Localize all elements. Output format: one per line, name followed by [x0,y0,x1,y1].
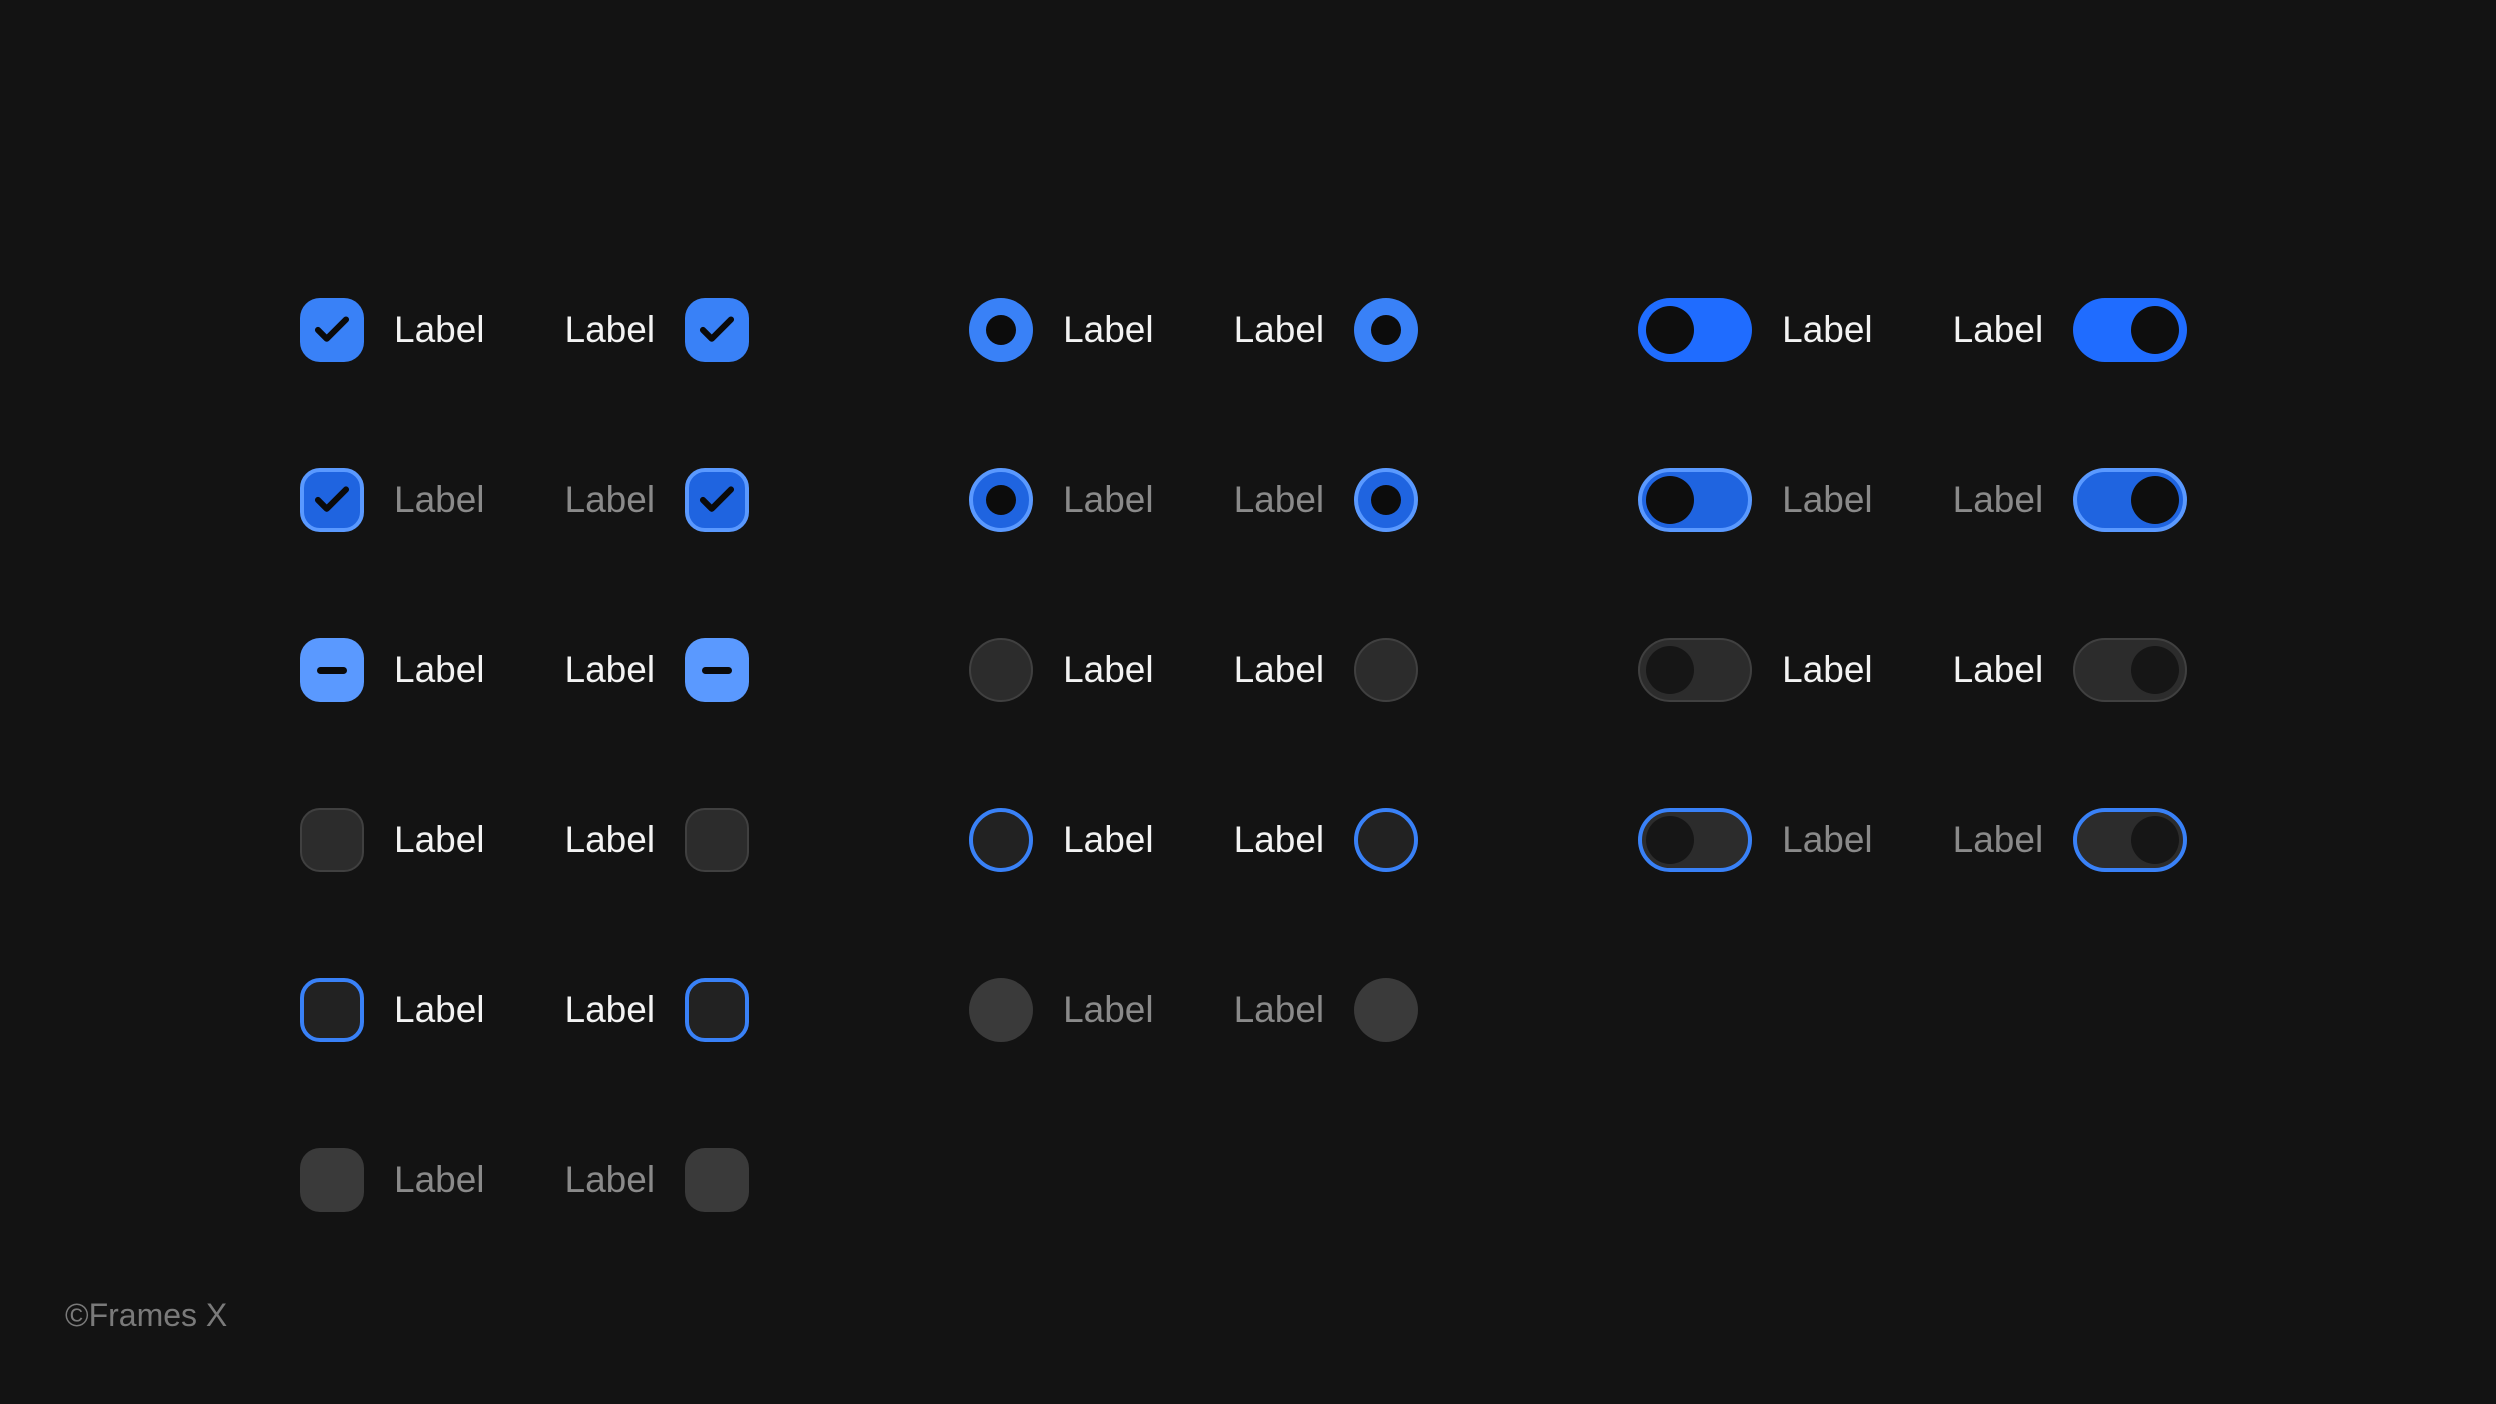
checkbox-disabled-right: Label [565,1148,750,1212]
checkbox-box-icon [685,808,749,872]
checkbox-label: Label [394,1159,485,1201]
radio-label: Label [1063,989,1154,1031]
checkbox-label: Label [565,989,656,1031]
toggle-label: Label [1782,309,1873,351]
toggle-on-left[interactable]: Label [1638,298,1873,362]
toggle-switch-icon [2073,298,2187,362]
check-icon [300,298,364,362]
check-icon [300,468,364,532]
toggle-switch-icon [2073,808,2187,872]
toggle-off-focused-right[interactable]: Label [1953,808,2188,872]
toggle-on-focused-left[interactable]: Label [1638,468,1873,532]
checkbox-empty-left[interactable]: Label [300,808,485,872]
controls-grid: Label Label Label Label Label [300,298,2187,1212]
radio-off-focused-right[interactable]: Label [1234,808,1419,872]
toggle-off-left[interactable]: Label [1638,638,1873,702]
checkbox-label: Label [394,649,485,691]
toggle-column: Label Label Label Label Label [1638,298,2187,1212]
checkbox-label: Label [565,1159,656,1201]
radio-off-left[interactable]: Label [969,638,1154,702]
checkbox-empty-focused-right[interactable]: Label [565,978,750,1042]
checkbox-checked-focused-left[interactable]: Label [300,468,485,532]
radio-circle-icon [969,978,1033,1042]
checkbox-checked-right[interactable]: Label [565,298,750,362]
checkbox-box-icon [300,978,364,1042]
radio-circle-icon [1354,978,1418,1042]
credit-text: ©Frames X [65,1297,227,1334]
radio-circle-icon [1354,638,1418,702]
checkbox-box-icon [685,978,749,1042]
checkbox-column: Label Label Label Label Label [300,298,749,1212]
radio-circle-icon [969,808,1033,872]
toggle-on-right[interactable]: Label [1953,298,2188,362]
checkbox-mixed-left[interactable]: Label [300,638,485,702]
radio-on-left[interactable]: Label [969,298,1154,362]
radio-circle-icon [969,638,1033,702]
radio-label: Label [1234,479,1325,521]
toggle-switch-icon [2073,468,2187,532]
checkbox-checked-left[interactable]: Label [300,298,485,362]
radio-circle-icon [1354,808,1418,872]
radio-column: Label Label Label Label Label [969,298,1418,1212]
checkbox-box-icon [300,808,364,872]
radio-on-focused-right[interactable]: Label [1234,468,1419,532]
radio-off-focused-left[interactable]: Label [969,808,1154,872]
toggle-switch-icon [1638,638,1752,702]
toggle-label: Label [1782,649,1873,691]
checkbox-label: Label [565,819,656,861]
radio-label: Label [1234,649,1325,691]
toggle-label: Label [1953,309,2044,351]
radio-dot-icon [1354,298,1418,362]
minus-icon [685,638,749,702]
checkbox-label: Label [394,309,485,351]
checkbox-empty-focused-left[interactable]: Label [300,978,485,1042]
radio-on-right[interactable]: Label [1234,298,1419,362]
toggle-on-focused-right[interactable]: Label [1953,468,2188,532]
radio-label: Label [1234,819,1325,861]
checkbox-box-icon [685,1148,749,1212]
checkbox-mixed-right[interactable]: Label [565,638,750,702]
radio-disabled-right: Label [1234,978,1419,1042]
radio-dot-icon [1354,468,1418,532]
toggle-switch-icon [1638,468,1752,532]
radio-label: Label [1063,819,1154,861]
radio-label: Label [1063,649,1154,691]
toggle-label: Label [1953,479,2044,521]
checkbox-label: Label [565,309,656,351]
toggle-switch-icon [1638,298,1752,362]
radio-label: Label [1234,989,1325,1031]
checkbox-label: Label [565,649,656,691]
radio-dot-icon [969,468,1033,532]
toggle-off-focused-left[interactable]: Label [1638,808,1873,872]
minus-icon [300,638,364,702]
radio-disabled-left: Label [969,978,1154,1042]
checkbox-label: Label [394,819,485,861]
check-icon [685,298,749,362]
checkbox-checked-focused-right[interactable]: Label [565,468,750,532]
checkbox-disabled-left: Label [300,1148,485,1212]
toggle-label: Label [1953,819,2044,861]
toggle-off-right[interactable]: Label [1953,638,2188,702]
checkbox-label: Label [565,479,656,521]
radio-dot-icon [969,298,1033,362]
radio-off-right[interactable]: Label [1234,638,1419,702]
check-icon [685,468,749,532]
checkbox-empty-right[interactable]: Label [565,808,750,872]
checkbox-label: Label [394,479,485,521]
toggle-label: Label [1953,649,2044,691]
checkbox-label: Label [394,989,485,1031]
radio-label: Label [1063,479,1154,521]
checkbox-box-icon [300,1148,364,1212]
radio-label: Label [1063,309,1154,351]
toggle-label: Label [1782,479,1873,521]
toggle-switch-icon [2073,638,2187,702]
toggle-label: Label [1782,819,1873,861]
toggle-switch-icon [1638,808,1752,872]
radio-label: Label [1234,309,1325,351]
radio-on-focused-left[interactable]: Label [969,468,1154,532]
